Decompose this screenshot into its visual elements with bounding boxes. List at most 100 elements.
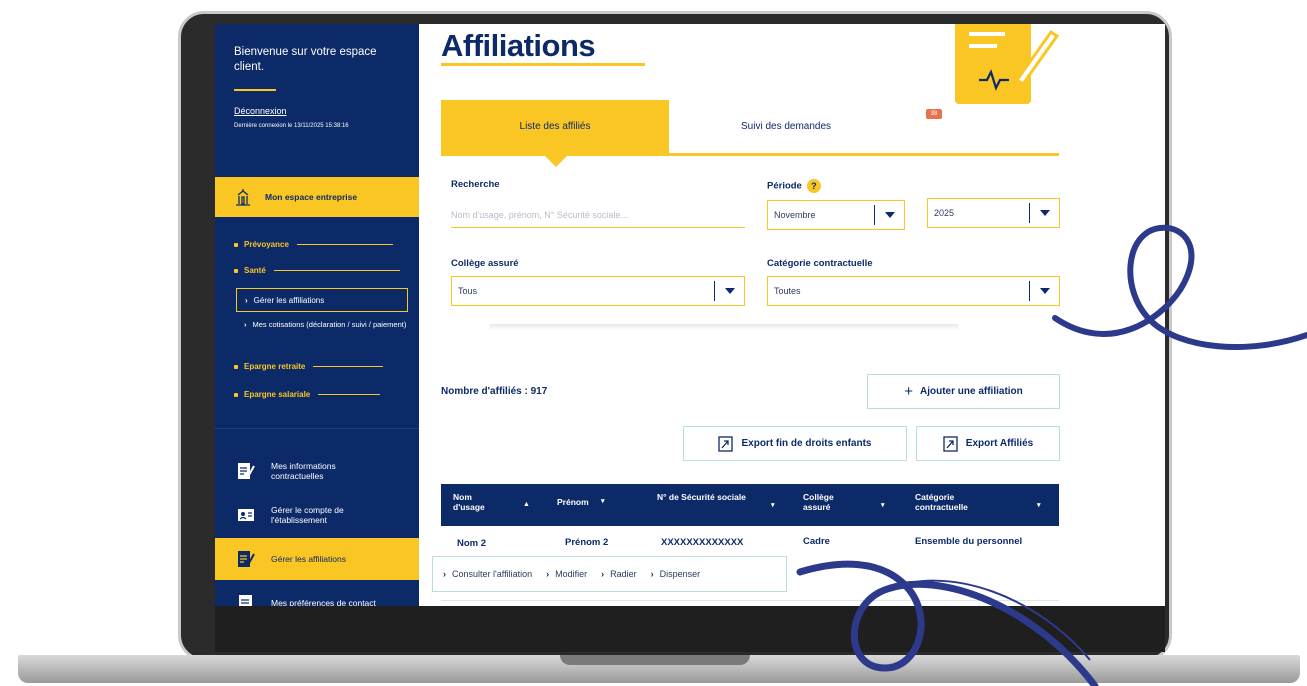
menu-bullet: [234, 364, 238, 369]
action-label: Dispenser: [659, 569, 701, 579]
chevron-right-icon: ›: [443, 569, 446, 579]
plus-icon: +: [904, 383, 913, 400]
category-value: Toutes: [774, 286, 801, 296]
cell-first-name: Prénom 2: [565, 537, 609, 548]
menu-item-epargne-salariale[interactable]: Epargne salariale: [234, 390, 381, 399]
edit-link[interactable]: › Modifier: [546, 569, 587, 579]
sort-icon[interactable]: ▾: [601, 497, 605, 505]
chevron-right-icon: ›: [245, 295, 248, 305]
month-select[interactable]: Novembre: [767, 200, 905, 230]
chevron-right-icon: ›: [650, 569, 654, 579]
menu-item-label: Epargne salariale: [244, 390, 311, 399]
page-title: Affiliations: [441, 28, 596, 63]
column-header-category[interactable]: Catégorie contractuelle: [915, 492, 995, 512]
laptop-mockup: Bienvenue sur votre espace client. Décon…: [0, 0, 1307, 686]
menu-bullet: [234, 242, 238, 247]
action-label: Consulter l'affiliation: [452, 569, 533, 579]
category-label: Catégorie contractuelle: [767, 258, 873, 269]
export-icon: [718, 435, 734, 452]
column-header-college[interactable]: Collège assuré: [803, 492, 863, 512]
laptop-screen: Bienvenue sur votre espace client. Décon…: [215, 24, 1165, 606]
menu-item-sante[interactable]: Santé: [234, 266, 400, 275]
add-affiliation-button[interactable]: + Ajouter une affiliation: [867, 374, 1060, 409]
export-affiliates-button[interactable]: Export Affiliés: [916, 426, 1060, 461]
chevron-right-icon: ›: [244, 320, 247, 329]
terminate-link[interactable]: › Radier: [601, 569, 637, 579]
enterprise-space-button[interactable]: Mon espace entreprise: [215, 177, 419, 217]
college-select[interactable]: Tous: [451, 276, 745, 306]
welcome-text: Bienvenue sur votre espace client.: [234, 46, 377, 73]
menu-rule: [313, 366, 384, 367]
logout-link[interactable]: Déconnexion: [234, 106, 287, 116]
chevron-down-icon[interactable]: [874, 205, 904, 225]
title-underline: [441, 63, 645, 66]
year-value: 2025: [934, 208, 955, 218]
chevron-down-icon[interactable]: [714, 281, 744, 301]
requests-badge: 38: [926, 109, 942, 119]
action-label: Modifier: [555, 569, 588, 579]
tabs: Liste des affiliés Suivi des demandes 38: [441, 100, 1059, 156]
column-header-ssn[interactable]: N° de Sécurité sociale: [657, 492, 757, 502]
sort-icon[interactable]: ▾: [771, 501, 775, 509]
affiliates-count: Nombre d'affiliés : 917: [441, 386, 548, 397]
chevron-right-icon: ›: [546, 569, 550, 579]
action-label: Radier: [610, 569, 637, 579]
nav-establishment-account[interactable]: Gérer le compte de l'établissement: [215, 494, 419, 536]
submenu-manage-affiliations[interactable]: › Gérer les affiliations: [236, 288, 408, 312]
menu-rule: [273, 270, 400, 271]
document-icon: [237, 593, 255, 606]
last-login: Dernière connexion le 13/11/2025 15:38:1…: [234, 123, 349, 129]
tab-requests-tracking[interactable]: Suivi des demandes: [741, 100, 941, 153]
main-content: Affiliations Liste des affiliés Suivi de…: [419, 24, 1165, 606]
menu-item-label: Epargne retraite: [244, 362, 306, 371]
nav-contact-preferences[interactable]: Mes préférences de contact: [215, 582, 419, 606]
menu-rule: [318, 394, 381, 395]
sort-icon[interactable]: ▾: [881, 501, 885, 509]
search-placeholder: Nom d'usage, prénom, N° Sécurité sociale…: [451, 209, 628, 220]
cell-category: Ensemble du personnel: [915, 536, 1023, 547]
export-children-rights-button[interactable]: Export fin de droits enfants: [683, 426, 907, 461]
nav-label: Gérer le compte de l'établissement: [271, 505, 344, 525]
document-edit-icon: [237, 549, 255, 569]
nav-label: Mes informations contractuelles: [271, 461, 336, 481]
menu-item-label: Santé: [244, 266, 266, 275]
view-affiliation-link[interactable]: › Consulter l'affiliation: [443, 569, 532, 579]
laptop-bezel: [215, 606, 1165, 652]
export-icon: [943, 435, 958, 452]
enterprise-space-label: Mon espace entreprise: [265, 192, 358, 202]
chevron-down-icon[interactable]: [1029, 203, 1059, 223]
exempt-link[interactable]: › Dispenser: [651, 569, 701, 579]
search-label: Recherche: [451, 179, 500, 190]
active-tab-pointer: [545, 156, 567, 167]
sort-asc-icon[interactable]: ▲: [523, 501, 530, 508]
chevron-down-icon[interactable]: [1029, 281, 1059, 301]
year-select[interactable]: 2025: [927, 198, 1060, 228]
column-header-usage-name[interactable]: Nom d'usage: [453, 492, 503, 512]
document-illustration-icon: [955, 24, 1065, 108]
menu-bullet: [234, 268, 238, 273]
button-label: Ajouter une affiliation: [919, 386, 1023, 397]
category-select[interactable]: Toutes: [767, 276, 1060, 306]
sort-icon[interactable]: ▾: [1037, 501, 1041, 509]
cell-college: Cadre: [803, 536, 830, 547]
column-header-first-name[interactable]: Prénom: [557, 497, 589, 507]
row-actions: › Consulter l'affiliation › Modifier › Radi…: [432, 556, 787, 592]
help-icon[interactable]: ?: [806, 179, 821, 193]
tab-affiliates-list[interactable]: Liste des affiliés: [441, 100, 669, 153]
building-icon: [235, 188, 251, 206]
filters-divider: [489, 324, 959, 330]
nav-contract-info[interactable]: Mes informations contractuelles: [215, 450, 419, 492]
nav-manage-affiliations[interactable]: Gérer les affiliations: [215, 538, 419, 580]
college-label: Collège assuré: [451, 258, 519, 269]
id-card-icon: [237, 505, 255, 525]
nav-label: Gérer les affiliations: [271, 554, 346, 564]
menu-item-epargne-retraite[interactable]: Epargne retraite: [234, 362, 384, 371]
menu-item-prevoyance[interactable]: Prévoyance: [234, 240, 393, 249]
sidebar-divider: [215, 428, 419, 429]
submenu-contributions[interactable]: › Mes cotisations (déclaration / suivi /…: [244, 320, 414, 330]
button-label: Export Affiliés: [965, 438, 1034, 449]
row-divider: [441, 600, 1059, 601]
menu-item-label: Prévoyance: [244, 240, 289, 249]
search-input[interactable]: Nom d'usage, prénom, N° Sécurité sociale…: [451, 202, 745, 228]
sidebar: Bienvenue sur votre espace client. Décon…: [215, 24, 419, 606]
